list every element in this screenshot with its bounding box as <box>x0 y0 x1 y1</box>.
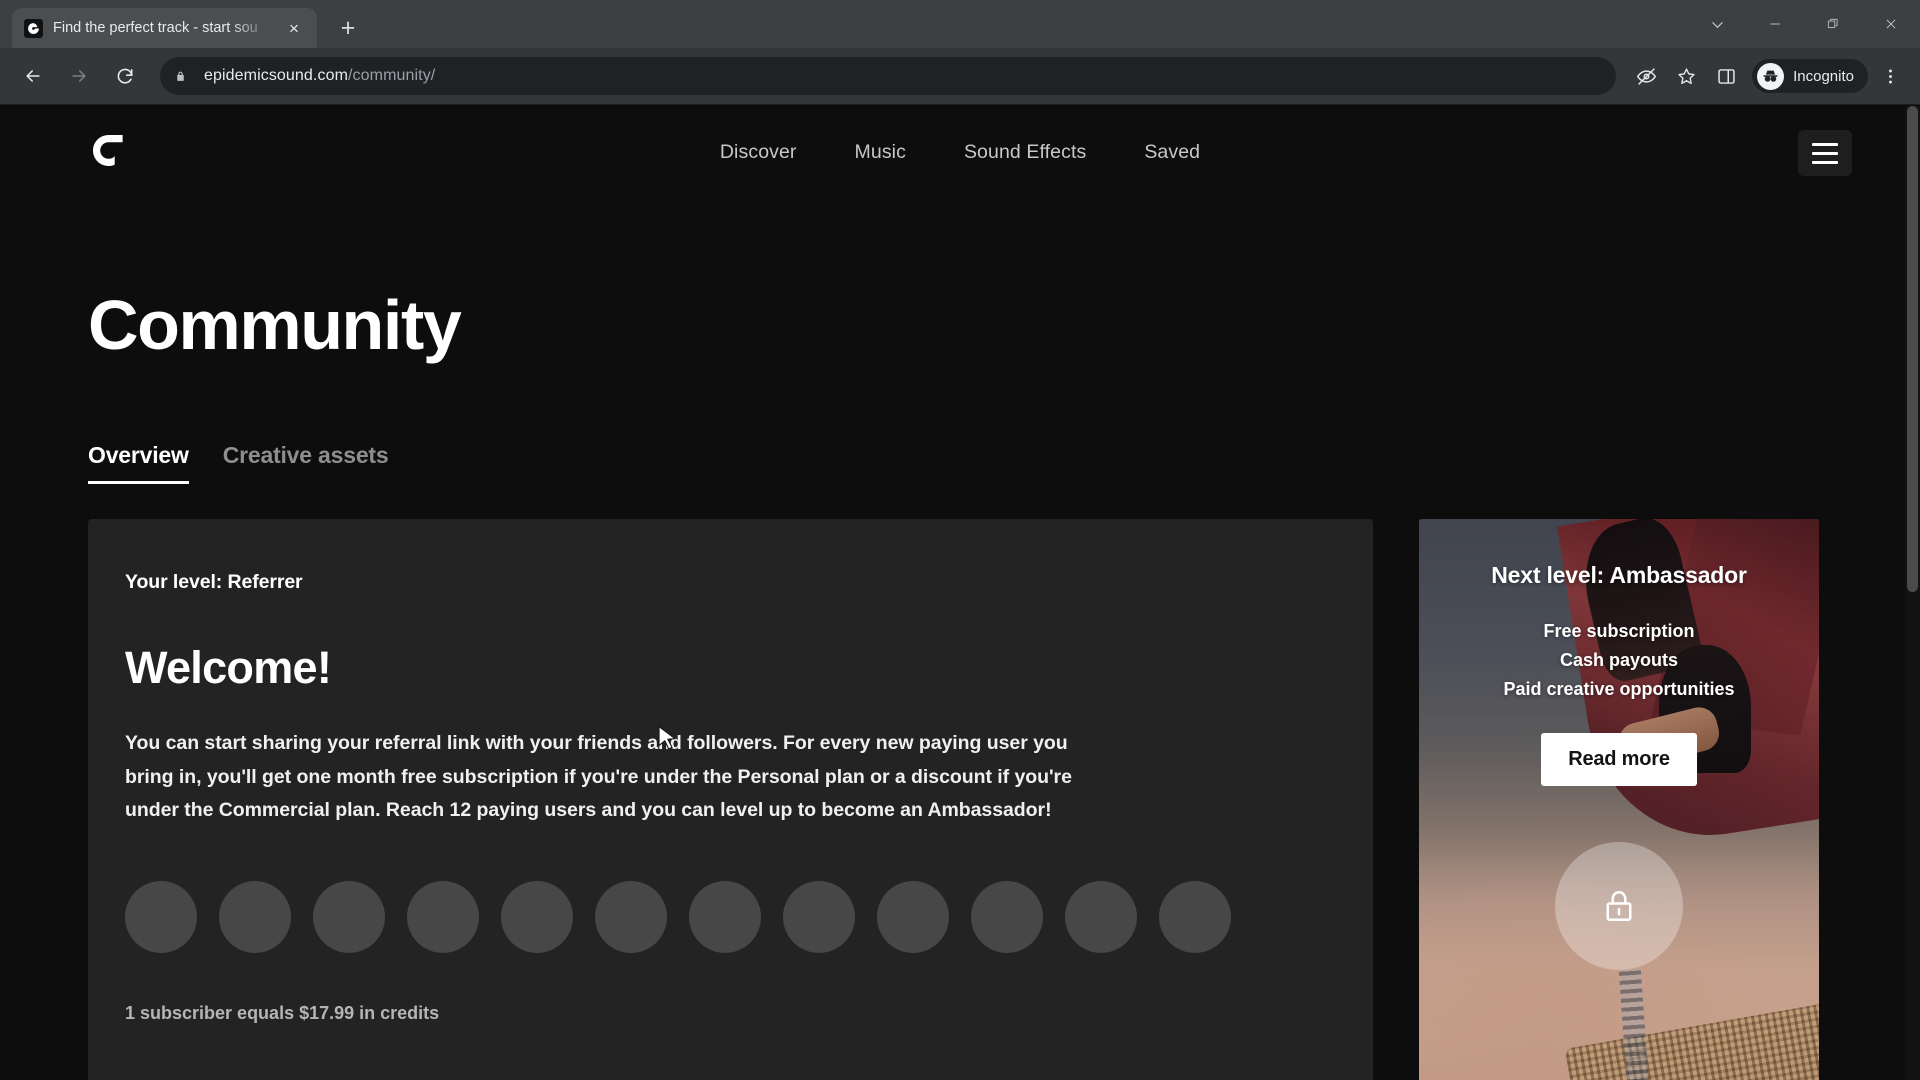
site-header: Discover Music Sound Effects Saved <box>0 106 1920 198</box>
current-level-label: Your level: Referrer <box>125 571 303 593</box>
hamburger-menu-icon[interactable] <box>1798 130 1852 176</box>
lock-icon <box>1604 889 1634 923</box>
promo-benefit-item: Free subscription <box>1543 621 1695 641</box>
progress-dot[interactable] <box>595 880 667 953</box>
browser-tab[interactable]: Find the perfect track - start sou × <box>12 8 317 48</box>
chevron-down-icon[interactable] <box>1688 0 1746 48</box>
nav-item-discover[interactable]: Discover <box>720 141 797 164</box>
restore-icon[interactable] <box>1804 0 1862 48</box>
page-viewport: Discover Music Sound Effects Saved Commu… <box>0 106 1920 1080</box>
welcome-card: Your level: Referrer Welcome! You can st… <box>88 519 1373 1080</box>
nav-item-music[interactable]: Music <box>855 141 906 164</box>
hamburger-bar <box>1812 160 1838 164</box>
incognito-label: Incognito <box>1793 67 1854 85</box>
scrollbar-thumb[interactable] <box>1907 106 1918 592</box>
three-dot-menu-icon[interactable] <box>1872 56 1908 96</box>
page-content: Community Overview Creative assets Your … <box>0 290 1920 1080</box>
page-scrollbar[interactable] <box>1905 106 1920 1080</box>
browser-toolbar: epidemicsound.com/community/ Incognito <box>0 48 1920 105</box>
new-tab-button[interactable]: + <box>331 11 365 45</box>
promo-benefit-item: Paid creative opportunities <box>1503 679 1735 700</box>
eye-crossed-icon[interactable] <box>1626 56 1666 96</box>
progress-dot[interactable] <box>1159 880 1231 953</box>
progress-dot[interactable] <box>407 880 479 953</box>
url-domain: epidemicsound.com <box>204 67 348 84</box>
credit-conversion-note: 1 subscriber equals $17.99 in credits <box>125 1002 440 1023</box>
url-path: /community/ <box>348 67 436 84</box>
welcome-body-text: You can start sharing your referral link… <box>125 732 1072 822</box>
main-navigation: Discover Music Sound Effects Saved <box>0 141 1920 164</box>
tab-creative-assets[interactable]: Creative assets <box>223 442 389 484</box>
star-icon[interactable] <box>1666 56 1706 96</box>
promo-benefit-item: Cash payouts <box>1559 650 1679 671</box>
address-bar-url: epidemicsound.com/community/ <box>204 67 435 85</box>
locked-level-badge <box>1555 842 1683 970</box>
progress-dot[interactable] <box>971 880 1043 953</box>
progress-dot[interactable] <box>1065 880 1137 953</box>
read-more-button[interactable]: Read more <box>1541 733 1697 787</box>
referral-progress-dots <box>125 880 1335 953</box>
progress-dot[interactable] <box>501 880 573 953</box>
epidemic-sound-logo-icon <box>24 18 43 38</box>
hamburger-bar <box>1812 151 1838 155</box>
address-bar[interactable]: epidemicsound.com/community/ <box>160 57 1617 95</box>
browser-tab-strip: Find the perfect track - start sou × + <box>0 0 1920 48</box>
panels-row: Your level: Referrer Welcome! You can st… <box>88 519 1832 1080</box>
nav-item-saved[interactable]: Saved <box>1144 141 1200 164</box>
nav-item-sound-effects[interactable]: Sound Effects <box>964 141 1086 164</box>
promo-card-content: Next level: Ambassador Free subscription… <box>1419 519 1819 787</box>
page-tabs: Overview Creative assets <box>88 442 1832 484</box>
minimize-icon[interactable] <box>1746 0 1804 48</box>
incognito-avatar-icon <box>1757 62 1785 90</box>
progress-dot[interactable] <box>877 880 949 953</box>
close-window-icon[interactable] <box>1862 0 1920 48</box>
next-level-promo-card[interactable]: Next level: Ambassador Free subscription… <box>1419 519 1819 1080</box>
reload-icon[interactable] <box>104 55 146 97</box>
welcome-heading: Welcome! <box>125 642 332 693</box>
browser-window: Find the perfect track - start sou × + e… <box>0 0 1920 1080</box>
lock-icon[interactable] <box>174 69 192 84</box>
window-controls <box>1688 0 1920 48</box>
progress-dot[interactable] <box>125 880 197 953</box>
progress-dot[interactable] <box>783 880 855 953</box>
tab-overview[interactable]: Overview <box>88 442 189 484</box>
promo-title: Next level: Ambassador <box>1491 562 1747 588</box>
promo-benefits-list: Free subscription Cash payouts Paid crea… <box>1419 617 1819 704</box>
browser-tab-title: Find the perfect track - start sou <box>53 20 258 36</box>
progress-dot[interactable] <box>313 880 385 953</box>
forward-icon[interactable] <box>58 55 100 97</box>
progress-dot[interactable] <box>689 880 761 953</box>
page-title: Community <box>88 286 462 364</box>
side-panel-icon[interactable] <box>1706 56 1746 96</box>
progress-dot[interactable] <box>219 880 291 953</box>
back-icon[interactable] <box>12 55 54 97</box>
incognito-profile-chip[interactable]: Incognito <box>1752 59 1868 93</box>
close-tab-icon[interactable]: × <box>283 17 305 39</box>
epidemic-sound-logo[interactable] <box>88 132 128 172</box>
hamburger-bar <box>1812 142 1838 146</box>
